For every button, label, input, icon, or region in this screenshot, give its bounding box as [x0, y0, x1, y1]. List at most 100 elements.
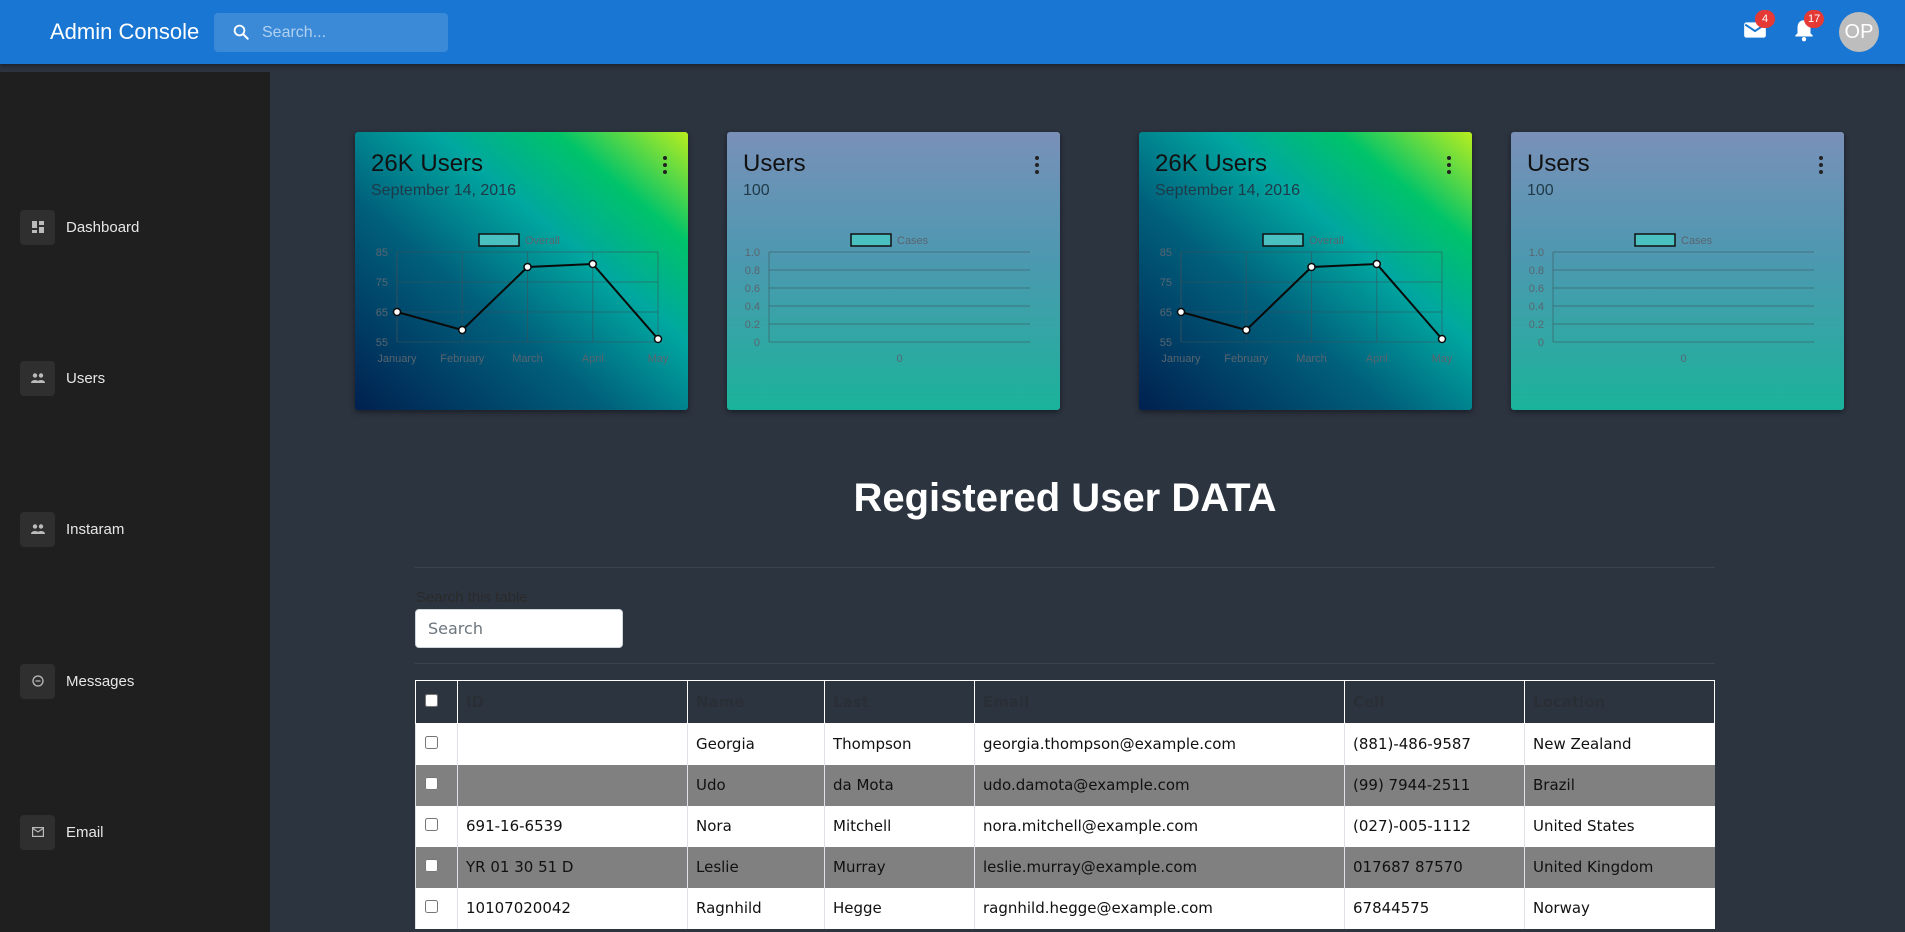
x-tick-label: May: [1432, 353, 1453, 365]
search-input[interactable]: [262, 21, 442, 44]
column-header-id[interactable]: ID: [457, 680, 688, 724]
row-checkbox[interactable]: [425, 777, 438, 790]
legend-swatch: [478, 233, 520, 247]
x-tick-label: 0: [1680, 353, 1686, 365]
more-vert-icon[interactable]: [1034, 155, 1040, 175]
y-tick-label: 0.4: [745, 301, 760, 313]
legend-swatch: [1262, 233, 1304, 247]
sidebar-item-instaram[interactable]: Instaram: [20, 511, 260, 547]
more-vert-icon[interactable]: [662, 155, 668, 175]
line-chart: Cases 0 0.2 0.4 0.6 0.8 1.0 0: [745, 233, 1030, 365]
cell-id: [457, 764, 688, 806]
card-title: Users: [1527, 150, 1590, 177]
column-header-name[interactable]: Name: [687, 680, 825, 724]
sidebar-item-email[interactable]: Email: [20, 814, 260, 850]
legend-label: Overall: [525, 235, 560, 247]
y-tick-label: 75: [1160, 277, 1172, 289]
avatar[interactable]: OP: [1839, 12, 1879, 52]
line-chart: Overall 55 65 75 85 January February March April…: [376, 233, 669, 365]
x-tick-label: January: [377, 353, 417, 365]
divider: [415, 663, 1715, 664]
card-subtitle: 100: [743, 182, 770, 199]
x-tick-label: March: [512, 353, 543, 365]
divider: [415, 567, 1715, 568]
table-row[interactable]: YR 01 30 51 D Leslie Murray leslie.murra…: [415, 846, 1715, 888]
x-tick-label: 0: [896, 353, 902, 365]
sidebar-item-dashboard[interactable]: Dashboard: [20, 209, 260, 245]
cell-location: United States: [1524, 805, 1715, 847]
row-select-cell: [415, 805, 458, 847]
table-row[interactable]: 691-16-6539 Nora Mitchell nora.mitchell@…: [415, 805, 1715, 847]
more-vert-icon[interactable]: [1446, 155, 1452, 175]
cell-name: Leslie: [687, 846, 825, 888]
notifications-button[interactable]: 17: [1791, 10, 1825, 43]
line-chart: Cases 0 0.2 0.4 0.6 0.8 1.0 0: [1529, 233, 1814, 365]
x-tick-label: January: [1161, 353, 1201, 365]
table-row[interactable]: Udo da Mota udo.damota@example.com (99) …: [415, 764, 1715, 806]
top-app-bar: Admin Console 4 17 OP: [0, 0, 1905, 64]
stat-card: 26K Users September 14, 2016 Overall 55 65…: [355, 132, 688, 410]
card-title: 26K Users: [1155, 150, 1268, 177]
y-tick-label: 65: [1160, 307, 1172, 319]
dashboard-icon: [20, 209, 55, 245]
y-tick-label: 85: [1160, 247, 1172, 259]
cell-name: Udo: [687, 764, 825, 806]
cell-name: Ragnhild: [687, 887, 825, 929]
cell-location: United Kingdom: [1524, 846, 1715, 888]
page-title: Registered User DATA: [853, 476, 1277, 520]
row-select-cell: [415, 723, 458, 765]
row-checkbox[interactable]: [425, 736, 438, 750]
line-chart: Overall 55 65 75 85 January February March April…: [1160, 233, 1453, 365]
data-point: [392, 307, 402, 317]
column-header-cell[interactable]: Cell: [1344, 680, 1525, 724]
row-checkbox[interactable]: [425, 859, 438, 872]
y-tick-label: 0.6: [745, 283, 760, 295]
y-tick-label: 0.2: [745, 319, 760, 331]
legend-swatch: [850, 233, 892, 247]
x-tick-label: May: [648, 353, 669, 365]
cell-phone: (027)-005-1112: [1344, 805, 1525, 847]
data-point: [588, 259, 597, 269]
search-box[interactable]: [214, 13, 448, 52]
more-vert-icon[interactable]: [1818, 155, 1824, 175]
cell-id: [457, 723, 688, 765]
cell-email: georgia.thompson@example.com: [974, 723, 1345, 765]
y-tick-label: 0: [1538, 337, 1544, 349]
legend-label: Cases: [897, 235, 929, 247]
row-checkbox[interactable]: [425, 818, 438, 831]
legend-label: Overall: [1309, 235, 1344, 247]
sidebar-item-label: Users: [66, 369, 106, 387]
legend-label: Cases: [1681, 235, 1713, 247]
card-title: Users: [743, 150, 806, 177]
table-row[interactable]: Georgia Thompson georgia.thompson@exampl…: [415, 723, 1715, 765]
cell-location: Brazil: [1524, 764, 1715, 806]
column-header-email[interactable]: Email: [974, 680, 1345, 724]
row-checkbox[interactable]: [425, 900, 438, 913]
cell-location: Norway: [1524, 887, 1715, 929]
mail-button[interactable]: 4: [1742, 10, 1775, 43]
card-subtitle: September 14, 2016: [371, 182, 516, 199]
sidebar-item-users[interactable]: Users: [20, 360, 260, 396]
table-search-input[interactable]: [415, 609, 623, 648]
search-icon: [233, 24, 249, 40]
select-all-checkbox[interactable]: [425, 694, 438, 707]
email-icon: [20, 814, 55, 850]
cell-email: leslie.murray@example.com: [974, 846, 1345, 888]
cell-id: 10107020042: [457, 887, 688, 929]
data-point: [458, 325, 467, 335]
x-tick-label: April: [582, 353, 604, 365]
cell-email: ragnhild.hegge@example.com: [974, 887, 1345, 929]
cell-location: New Zealand: [1524, 723, 1715, 765]
sidebar-item-messages[interactable]: Messages: [20, 663, 260, 699]
cell-name: Nora: [687, 805, 825, 847]
column-header-last[interactable]: Last: [824, 680, 975, 724]
stat-card: 26K Users September 14, 2016 Overall 55 65…: [1139, 132, 1472, 410]
table-row[interactable]: 10107020042 Ragnhild Hegge ragnhild.hegg…: [415, 887, 1715, 929]
x-tick-label: February: [1224, 353, 1269, 365]
column-header-location[interactable]: Location: [1524, 680, 1715, 724]
y-tick-label: 0.4: [1529, 301, 1544, 313]
user-table: ID Name Last Email Cell Location Georgia…: [415, 680, 1715, 929]
cell-last: Murray: [824, 846, 975, 888]
legend-swatch: [1634, 233, 1676, 247]
data-point: [523, 262, 532, 272]
